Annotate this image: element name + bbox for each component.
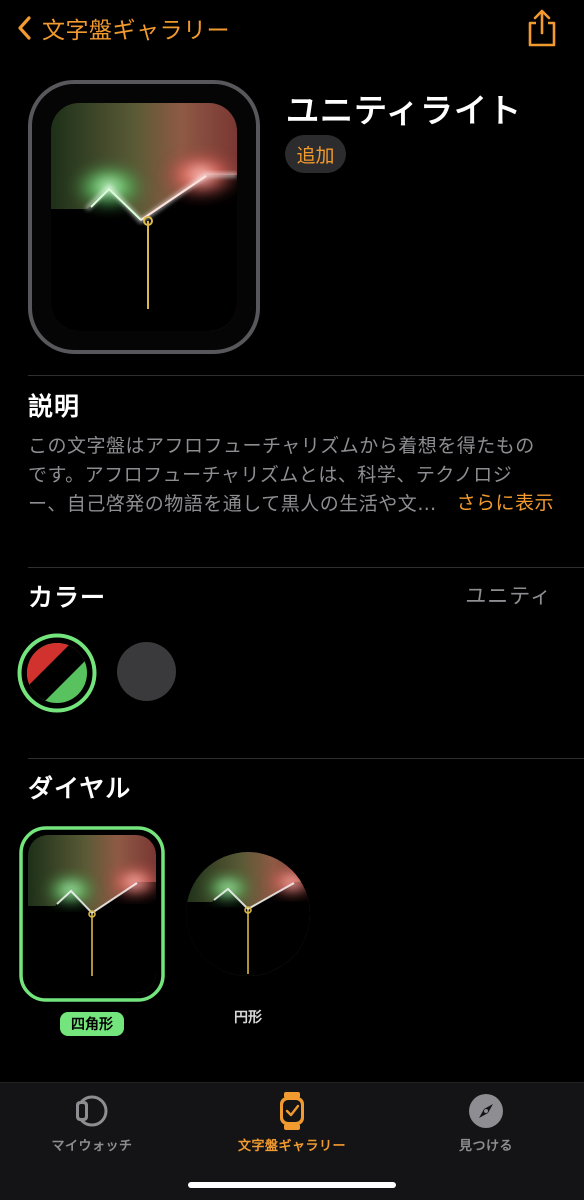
dial-option-square-label: 四角形 xyxy=(60,1012,124,1036)
unity-color-icon xyxy=(17,633,97,713)
tab-my-watch-label: マイウォッチ xyxy=(51,1139,133,1154)
back-button[interactable]: 文字盤ギャラリー xyxy=(14,10,230,46)
dial-option-circle-label: 円形 xyxy=(234,1010,262,1026)
tab-my-watch[interactable]: マイウォッチ xyxy=(12,1091,172,1161)
divider xyxy=(28,758,584,759)
watch-icon xyxy=(76,1095,108,1127)
square-dial-thumbnail xyxy=(19,826,165,1002)
description-line: ー、自己啓発の物語を通して黒人の生活や文… xyxy=(28,493,437,515)
dial-heading: ダイヤル xyxy=(28,774,132,803)
watch-face-preview[interactable] xyxy=(28,80,260,354)
share-icon[interactable] xyxy=(524,8,560,48)
watch-face-detail-screen: 文字盤ギャラリー ユニティライト 追加 説明 この文字盤はアフロフューチャリズム… xyxy=(0,0,584,1200)
color-selected-value: ユニティ xyxy=(465,584,552,608)
watch-face-gallery-icon xyxy=(280,1092,304,1130)
back-button-label: 文字盤ギャラリー xyxy=(42,18,230,44)
add-button[interactable]: 追加 xyxy=(285,135,346,173)
compass-icon xyxy=(469,1094,503,1128)
tab-discover-label: 見つける xyxy=(458,1139,513,1154)
chevron-left-icon xyxy=(18,16,31,40)
color-heading: カラー xyxy=(28,583,107,612)
tab-discover[interactable]: 見つける xyxy=(406,1091,566,1161)
face-title: ユニティライト xyxy=(286,91,523,130)
description-line: この文字盤はアフロフューチャリズムから着想を得たもの xyxy=(28,435,535,457)
dial-option-circle[interactable] xyxy=(184,850,312,978)
tab-face-gallery-label: 文字盤ギャラリー xyxy=(237,1139,346,1154)
show-more-link[interactable]: さらに表示 xyxy=(456,488,554,515)
description-heading: 説明 xyxy=(28,392,81,421)
divider xyxy=(28,375,584,376)
unity-light-face-graphic xyxy=(51,103,237,331)
dial-option-square[interactable] xyxy=(19,826,165,1002)
home-indicator xyxy=(188,1182,396,1188)
circle-dial-thumbnail xyxy=(186,852,310,976)
color-swatch-unity[interactable] xyxy=(17,633,97,713)
description-line: です。アフロフューチャリズムとは、科学、テクノロジ xyxy=(28,464,513,486)
divider xyxy=(28,567,584,568)
tab-face-gallery[interactable]: 文字盤ギャラリー xyxy=(212,1091,372,1161)
color-swatch-gray[interactable] xyxy=(117,642,176,701)
watch-face-screen xyxy=(51,103,237,331)
navigation-bar: 文字盤ギャラリー xyxy=(0,0,584,60)
